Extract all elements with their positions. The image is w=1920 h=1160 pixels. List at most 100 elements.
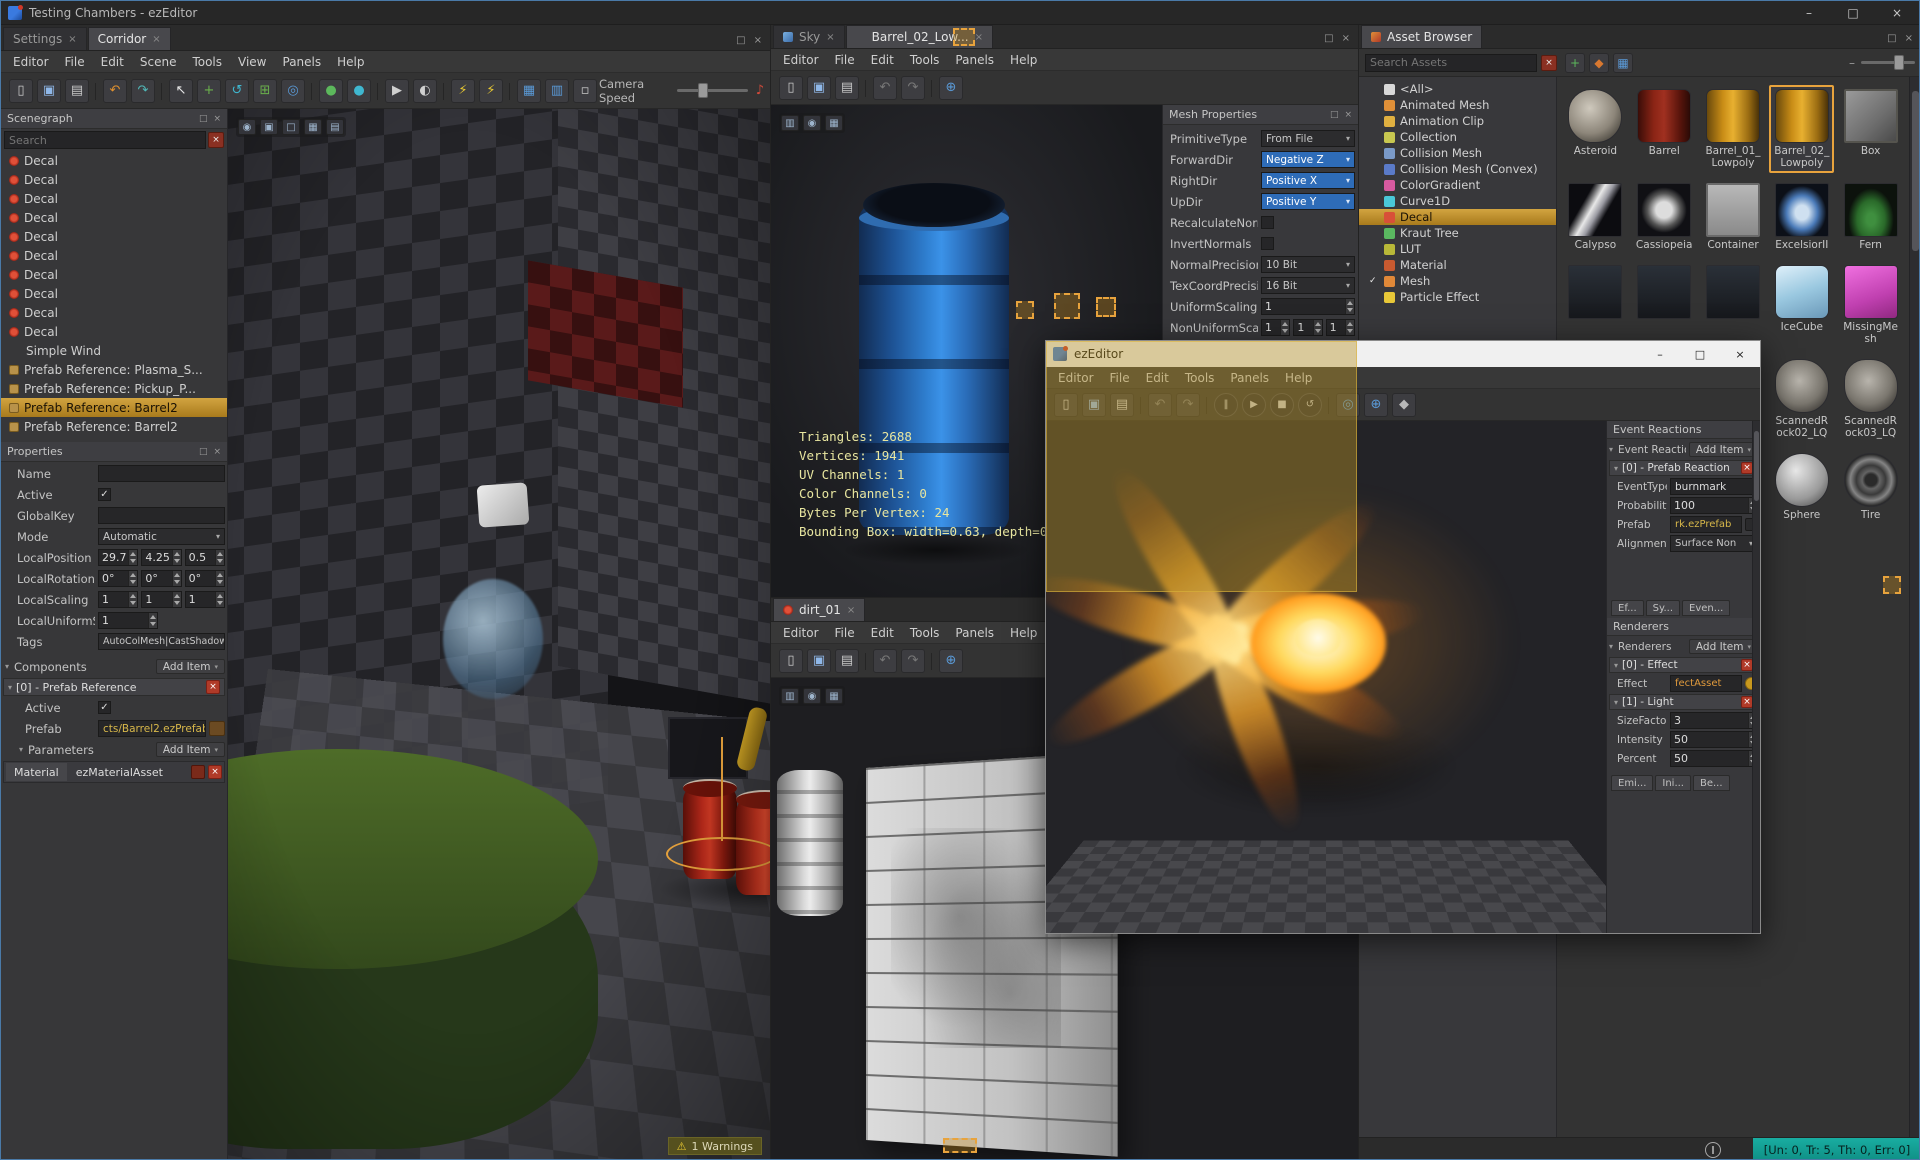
globalkey-input[interactable] <box>98 507 225 524</box>
zoom-out-icon[interactable]: – <box>1849 56 1855 70</box>
close-panel-icon[interactable]: × <box>1905 33 1913 44</box>
menu-item[interactable]: File <box>827 51 863 69</box>
dock-drag-handle[interactable] <box>953 28 975 46</box>
asset-type-item[interactable]: ✓ Material <box>1359 257 1556 273</box>
prefab-reaction-group[interactable]: ▾ [0] - Prefab Reaction × <box>1609 460 1758 476</box>
tab-close-icon[interactable]: × <box>826 32 834 43</box>
float-panel-icon[interactable]: □ <box>1887 33 1896 44</box>
menu-item[interactable]: Edit <box>93 53 132 71</box>
material-color-button[interactable] <box>191 765 205 779</box>
pause-button[interactable]: ‖ <box>1214 392 1238 417</box>
menu-item[interactable]: Tools <box>184 53 230 71</box>
probability-stepper[interactable]: 100 <box>1670 497 1758 514</box>
dock-drag-handle[interactable] <box>1054 293 1080 319</box>
menu-item[interactable]: Panels <box>947 51 1002 69</box>
new-document-icon[interactable]: ▯ <box>1054 392 1078 417</box>
asset-item[interactable]: Barrel <box>1632 85 1697 173</box>
new-document-icon[interactable]: ▯ <box>9 78 33 103</box>
camera-icon[interactable]: ▣ <box>260 119 278 135</box>
grid-icon[interactable]: ▦ <box>825 115 843 131</box>
camera-speed-slider-thumb[interactable] <box>698 83 709 98</box>
normalprecision-dropdown[interactable]: 10 Bit ▾ <box>1261 256 1355 273</box>
save-all-icon[interactable]: ▤ <box>65 78 96 103</box>
component-active-checkbox[interactable] <box>98 701 111 714</box>
asset-type-item[interactable]: ✓ ColorGradient <box>1359 177 1556 193</box>
uniform-scaling-stepper[interactable]: 1 <box>98 612 158 629</box>
primitivetype-dropdown[interactable]: From File ▾ <box>1261 130 1355 147</box>
scenegraph-tree-item[interactable]: Prefab Reference: Pickup_P... <box>1 379 227 398</box>
scenegraph-tree-item[interactable]: Prefab Reference: Barrel2 <box>1 398 227 417</box>
menu-item[interactable]: Editor <box>775 624 827 642</box>
percent-stepper[interactable]: 50 <box>1670 750 1758 767</box>
scenegraph-tree-item[interactable]: Decal <box>1 170 227 189</box>
screen-layout-icon[interactable]: ▥ <box>545 78 569 103</box>
panel-tab[interactable]: Be... <box>1692 775 1730 791</box>
panel-tab[interactable]: Sy... <box>1645 600 1681 616</box>
asset-item[interactable] <box>1701 261 1766 349</box>
menu-item[interactable]: Edit <box>863 51 902 69</box>
asset-item[interactable]: Barrel_01_Lowpoly <box>1701 85 1766 173</box>
restart-button[interactable]: ↺ <box>1298 392 1329 417</box>
add-component-button[interactable]: Add Item <box>155 659 225 674</box>
asset-item[interactable]: Tire <box>1838 449 1903 525</box>
dock-drag-handle[interactable] <box>1096 297 1116 317</box>
select-cursor-icon[interactable]: ↖ <box>169 78 193 103</box>
scenegraph-tree-item[interactable]: Decal <box>1 303 227 322</box>
eventtype-input[interactable] <box>1670 478 1758 495</box>
float-panel-icon[interactable]: □ <box>199 447 208 457</box>
scenegraph-tree-item[interactable]: Decal <box>1 151 227 170</box>
asset-item[interactable]: Container <box>1701 179 1766 255</box>
float-panel-icon[interactable]: □ <box>199 114 208 124</box>
scenegraph-tree-item[interactable]: Prefab Reference: Plasma_S... <box>1 360 227 379</box>
scenegraph-tree-item[interactable]: Simple Wind <box>1 341 227 360</box>
save-icon[interactable]: ▣ <box>807 75 831 100</box>
asset-item[interactable]: MissingMesh <box>1838 261 1903 349</box>
maximize-button[interactable]: □ <box>1680 341 1720 367</box>
sizefactor-stepper[interactable]: 3 <box>1670 712 1758 729</box>
asset-item[interactable] <box>1563 261 1628 349</box>
asset-browser-tab[interactable]: Asset Browser <box>1361 25 1483 48</box>
scenegraph-tree-item[interactable]: Decal <box>1 189 227 208</box>
editor-tab[interactable]: Settings × <box>3 27 87 50</box>
speed-lightning2-icon[interactable]: ⚡ <box>479 78 510 103</box>
clear-search-icon[interactable]: × <box>1541 54 1557 71</box>
position-x-stepper[interactable]: 29.7 <box>98 549 139 566</box>
menu-item[interactable]: Panels <box>947 624 1002 642</box>
scenegraph-tree-item[interactable]: Decal <box>1 284 227 303</box>
asset-item[interactable]: Barrel_02_Lowpoly <box>1769 85 1835 174</box>
asset-item[interactable]: Sphere <box>1769 449 1834 525</box>
tab-close-icon[interactable]: × <box>975 32 983 43</box>
close-panel-icon[interactable]: × <box>1342 33 1350 44</box>
world-icon[interactable]: ⊕ <box>939 648 963 673</box>
intensity-stepper[interactable]: 50 <box>1670 731 1758 748</box>
editor-tab[interactable]: Sky × <box>773 25 845 48</box>
nonuniformscaling-y-stepper[interactable]: 1 <box>1293 319 1323 336</box>
menu-item[interactable]: Editor <box>1050 369 1102 387</box>
translate-gizmo-icon[interactable]: + <box>197 78 221 103</box>
pin-icon[interactable]: ◆ <box>1392 392 1416 417</box>
position-y-stepper[interactable]: 4.25 <box>141 549 182 566</box>
light-renderer-group[interactable]: ▾ [1] - Light × <box>1609 694 1758 710</box>
recalculatenormals-checkbox[interactable] <box>1261 216 1274 229</box>
remove-component-icon[interactable]: × <box>206 680 220 694</box>
menu-item[interactable]: File <box>1102 369 1138 387</box>
play-button[interactable]: ▶ <box>1242 392 1266 417</box>
preview-sphere-icon[interactable]: ● <box>347 78 378 103</box>
effect-renderer-group[interactable]: ▾ [0] - Effect × <box>1609 657 1758 673</box>
asset-type-item[interactable]: ✓ Decal <box>1359 209 1556 225</box>
scenegraph-tree-item[interactable]: Decal <box>1 227 227 246</box>
asset-type-item[interactable]: ✓ <All> <box>1359 81 1556 97</box>
undo-icon[interactable]: ↶ <box>873 75 897 100</box>
import-asset-icon[interactable]: + <box>1565 52 1585 73</box>
add-parameter-button[interactable]: Add Item <box>155 742 225 757</box>
asset-item[interactable]: Fern <box>1838 179 1903 255</box>
scene-3d-viewport[interactable]: ◉ ▣ □ ▦ ▤ ⚠ 1 Warnings <box>228 109 770 1159</box>
add-event-reaction-button[interactable]: Add Item <box>1688 442 1758 457</box>
screen-icon[interactable]: ▥ <box>781 688 799 704</box>
close-panel-icon[interactable]: × <box>754 35 762 46</box>
asset-type-item[interactable]: ✓ Animated Mesh <box>1359 97 1556 113</box>
uniformscaling-stepper[interactable]: 1 <box>1261 298 1355 315</box>
camera-speed-slider[interactable] <box>676 83 748 98</box>
menu-item[interactable]: Edit <box>1138 369 1177 387</box>
asset-item[interactable]: Asteroid <box>1563 85 1628 173</box>
